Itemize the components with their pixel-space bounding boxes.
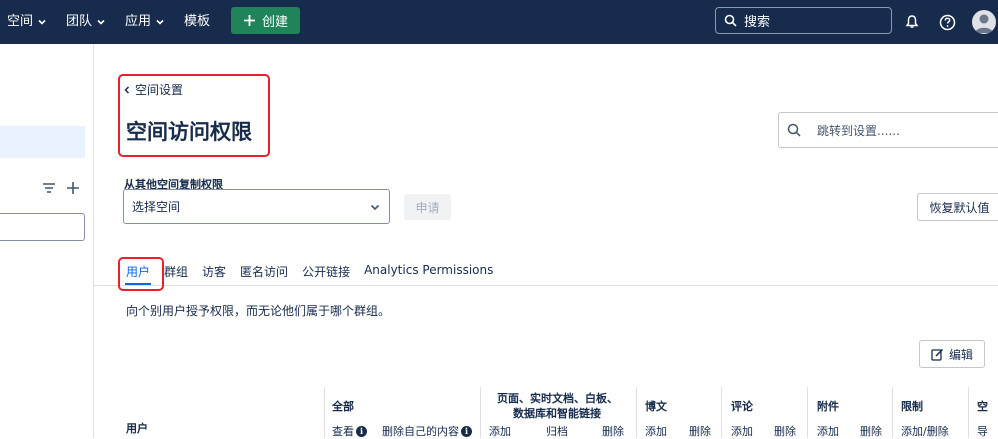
column-pages-title-line1: 页面、实时文档、白板、 [497,392,618,405]
tabs-divider [94,285,998,286]
space-select[interactable]: 选择空间 [123,189,390,224]
column-pages-add: 添加 [489,425,511,438]
nav-spaces-menu[interactable]: 空间 [7,0,47,44]
chevron-down-icon [156,19,164,25]
search-placeholder: 搜索 [744,15,771,30]
user-avatar[interactable] [972,10,996,34]
plus-icon [243,15,255,26]
info-icon[interactable]: i [356,425,367,437]
tab-analytics-permissions[interactable]: Analytics Permissions [364,263,493,287]
jump-to-settings-input[interactable]: 跳转到设置...... [778,112,998,148]
column-attachments-delete: 删除 [860,425,882,438]
create-button[interactable]: 创建 [231,7,300,34]
chevron-down-icon [97,19,105,25]
nav-teams-label: 团队 [66,14,93,29]
tab-guests[interactable]: 访客 [202,263,226,287]
search-icon [724,14,737,27]
column-blogs-title: 博文 [645,400,667,413]
edit-button[interactable]: 编辑 [919,340,985,368]
nav-teams-menu[interactable]: 团队 [66,0,106,44]
create-label: 创建 [261,15,288,30]
annotation-highlight-users-tab [118,257,164,291]
column-all-title: 全部 [332,400,354,413]
edit-label: 编辑 [948,347,973,362]
sidebar-selected-item[interactable] [0,126,85,158]
user-column-header: 用户 [126,422,148,435]
sub-delete-own-label: 删除自己的内容 [382,425,459,438]
nav-templates-label: 模板 [184,14,211,29]
column-comments-title: 评论 [731,400,753,413]
column-pages-delete: 删除 [602,425,624,438]
sidebar-tools [42,181,80,195]
sidebar-search-input[interactable] [0,213,85,241]
column-restrictions-title: 限制 [901,400,923,413]
filter-icon[interactable] [42,181,56,195]
notifications-bell-icon[interactable] [902,12,922,32]
column-comments-add: 添加 [731,425,753,438]
column-all-view: 查看 i [332,423,367,439]
column-attachments-add: 添加 [817,425,839,438]
tab-groups[interactable]: 群组 [164,263,188,287]
nav-templates-link[interactable]: 模板 [184,0,210,44]
apply-button[interactable]: 申请 [404,194,451,220]
column-attachments-title: 附件 [817,400,839,413]
column-comments-delete: 删除 [774,425,796,438]
select-placeholder: 选择空间 [132,200,181,214]
edit-icon [931,348,944,361]
chevron-down-icon [38,19,46,25]
nav-apps-label: 应用 [125,14,152,29]
annotation-highlight-title [118,74,270,157]
nav-apps-menu[interactable]: 应用 [125,0,165,44]
column-space-title: 空 [977,400,988,413]
plus-icon[interactable] [66,181,80,195]
permission-tabs: 用户 群组 访客 匿名访问 公开链接 Analytics Permissions [126,263,493,287]
tab-anonymous-access[interactable]: 匿名访问 [240,263,288,287]
search-icon [787,123,801,137]
column-pages-title-line2: 数据库和智能链接 [513,407,601,420]
top-navigation: 空间 团队 应用 模板 创建 搜索 [0,0,998,44]
nav-spaces-label: 空间 [7,14,34,29]
restore-defaults-button[interactable]: 恢复默认值 [917,193,998,221]
jump-placeholder: 跳转到设置...... [817,123,900,138]
chevron-down-icon [370,204,380,210]
column-blogs-add: 添加 [645,425,667,438]
column-restrictions-add-remove: 添加/删除 [901,425,949,438]
users-tab-description: 向个别用户授予权限，而无论他们属于哪个群组。 [126,304,391,318]
info-icon[interactable]: i [461,425,472,437]
column-pages-archive: 归档 [546,425,568,438]
left-sidebar [0,44,94,438]
help-icon[interactable] [937,12,957,32]
sub-view-label: 查看 [332,425,354,438]
column-all-delete-own: 删除自己的内容 i [382,423,472,439]
column-space-export: 导 [977,425,988,438]
column-blogs-delete: 删除 [689,425,711,438]
tab-public-links[interactable]: 公开链接 [302,263,350,287]
global-search-input[interactable]: 搜索 [715,7,892,34]
